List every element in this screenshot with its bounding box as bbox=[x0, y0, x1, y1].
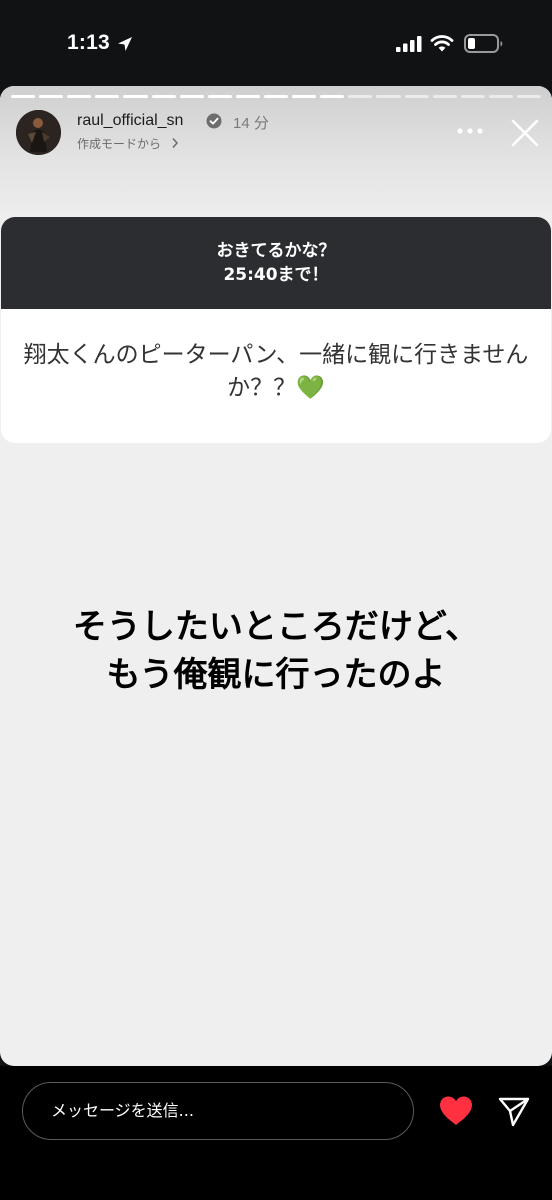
send-icon[interactable] bbox=[497, 1096, 531, 1128]
message-input[interactable]: メッセージを送信... bbox=[22, 1082, 414, 1140]
progress-segment bbox=[460, 95, 485, 98]
avatar[interactable] bbox=[16, 110, 61, 155]
avatar-photo-icon bbox=[16, 110, 61, 155]
question-sticker-header: おきてるかな？ 25:40まで！ bbox=[1, 217, 551, 309]
chevron-right-icon bbox=[172, 138, 179, 148]
wifi-icon bbox=[430, 35, 454, 52]
question-prompt: おきてるかな？ bbox=[216, 241, 336, 261]
progress-segment bbox=[235, 95, 260, 98]
status-bar: 1:13 bbox=[0, 0, 552, 88]
progress-segment bbox=[39, 95, 64, 98]
progress-segment bbox=[263, 95, 289, 98]
reply-bar: メッセージを送信... bbox=[0, 1066, 552, 1200]
answer-line-2: もう俺観に行ったのよ bbox=[106, 655, 446, 695]
progress-segment bbox=[67, 95, 92, 98]
answer-line-1: そうしたいところだけど、 bbox=[72, 607, 480, 647]
progress-segment bbox=[179, 95, 204, 98]
cellular-signal-icon bbox=[396, 36, 422, 52]
question-text: 翔太くんのピーターパン、一緒に観に行きませんか？？💚 bbox=[23, 342, 529, 401]
story-viewer[interactable]: raul_official_sn 14 分 作成モードから おきてるかな？ 25… bbox=[0, 86, 552, 1066]
progress-segment bbox=[404, 95, 429, 98]
story-header-shade bbox=[0, 86, 552, 226]
close-icon[interactable] bbox=[510, 118, 540, 148]
progress-segment bbox=[292, 95, 317, 98]
progress-segment bbox=[376, 95, 401, 98]
progress-segment bbox=[432, 95, 457, 98]
progress-segment bbox=[151, 95, 176, 98]
question-sticker[interactable]: おきてるかな？ 25:40まで！ 翔太くんのピーターパン、一緒に観に行きませんか… bbox=[1, 217, 551, 443]
more-options-icon[interactable] bbox=[457, 128, 483, 134]
progress-segment bbox=[95, 95, 120, 98]
progress-segment bbox=[207, 95, 232, 98]
status-time: 1:13 bbox=[67, 31, 110, 54]
progress-segment bbox=[123, 95, 148, 98]
progress-segment bbox=[11, 95, 36, 98]
created-with-mode-link[interactable]: 作成モードから bbox=[77, 135, 161, 152]
story-progress-bar bbox=[11, 95, 542, 98]
progress-segment bbox=[516, 95, 542, 98]
story-username[interactable]: raul_official_sn bbox=[77, 112, 183, 130]
answer-text: そうしたいところだけど、 もう俺観に行ったのよ bbox=[0, 603, 552, 699]
battery-icon bbox=[464, 34, 503, 53]
story-time-ago: 14 分 bbox=[233, 115, 269, 132]
progress-segment bbox=[348, 95, 373, 98]
question-deadline: 25:40まで！ bbox=[223, 265, 329, 285]
verified-badge-icon bbox=[206, 113, 222, 129]
progress-segment bbox=[320, 95, 345, 98]
progress-segment bbox=[488, 95, 513, 98]
location-arrow-icon bbox=[118, 37, 132, 51]
like-heart-icon[interactable] bbox=[438, 1095, 474, 1127]
